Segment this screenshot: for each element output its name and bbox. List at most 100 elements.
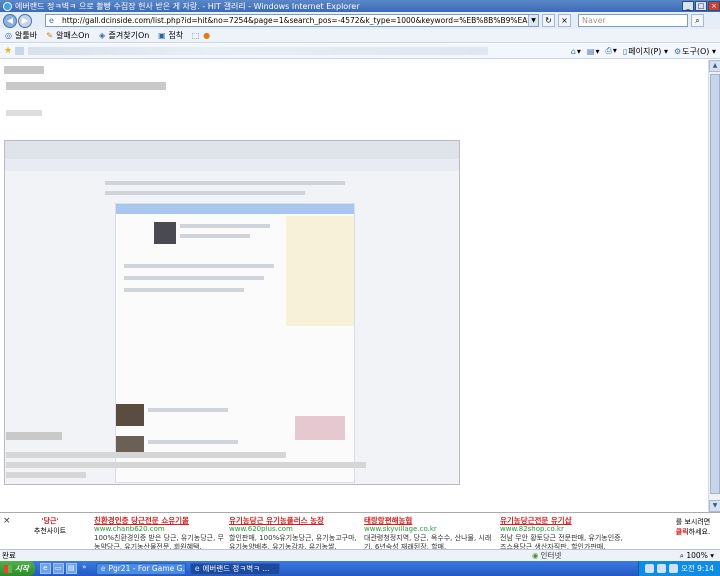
zoom-level[interactable]: ⌕ 100% ▾: [680, 551, 720, 561]
more-ads-tail: 하세요.: [688, 528, 711, 536]
blurred-text: [6, 452, 286, 458]
folder-quicklaunch-icon[interactable]: ▤: [65, 563, 77, 574]
image-line: [124, 276, 264, 280]
links-toolbar: ◎ 알툴바 ✎ 알패스On ◈ 즐겨찾기On ▣ 접착 ⬚ ●: [0, 29, 720, 43]
alpass-button[interactable]: ✎ 알패스On: [45, 30, 89, 41]
scroll-thumb[interactable]: [710, 74, 720, 494]
ad-title[interactable]: 유기농당근 유기농플러스 농장: [229, 516, 359, 525]
start-button[interactable]: 시작: [0, 561, 35, 576]
taskbar-item-label: Pgr21 - For Game G...: [108, 564, 186, 573]
status-bar: 완료 ◉ 인터넷 ⌕ 100% ▾: [0, 549, 720, 561]
address-dropdown-button[interactable]: ▼: [528, 15, 538, 26]
blurred-text: [6, 82, 166, 90]
ad-title[interactable]: 친환경인증 당근전문 쇼유기몰: [94, 516, 224, 525]
zoom-label: 100%: [686, 550, 708, 560]
refresh-button[interactable]: ↻: [542, 14, 555, 27]
search-button[interactable]: ⌕: [691, 14, 704, 27]
more-ads-link[interactable]: 를 보시려면 클릭하세요.: [668, 517, 718, 537]
forward-button[interactable]: ▶: [18, 13, 32, 28]
feeds-button[interactable]: ▤▾: [587, 47, 600, 56]
print-button[interactable]: ⎙▾: [605, 46, 616, 56]
ad-item[interactable]: 유기농당근전문 유기샵 www.82shop.co.kr 전남 무안 황토당근 …: [500, 516, 630, 552]
image-highlight-box: [295, 416, 345, 440]
recommended-label: 추천사이트: [33, 527, 67, 535]
ad-url[interactable]: www.skyvillage.co.kr: [364, 525, 494, 534]
scroll-down-button[interactable]: ▼: [709, 500, 720, 512]
image-line: [148, 408, 228, 412]
tray-icon[interactable]: [656, 564, 666, 573]
alpass-label: 알패스On: [56, 31, 90, 40]
keyword-label: '당근': [41, 517, 59, 525]
minimize-button[interactable]: _: [682, 1, 694, 11]
tools-menu-label: 도구(O): [682, 46, 710, 56]
maximize-button[interactable]: □: [695, 1, 707, 11]
ad-url[interactable]: www.82shop.co.kr: [500, 525, 630, 534]
extra-buttons[interactable]: ⬚ ●: [191, 31, 213, 40]
ad-item[interactable]: 태랑랑편해농협 www.skyvillage.co.kr 대관령청정지역, 당근…: [364, 516, 494, 552]
page-menu[interactable]: ▯페이지(P) ▾: [623, 46, 668, 57]
home-button[interactable]: ⌂▾: [571, 47, 581, 56]
image-line: [180, 224, 270, 228]
ad-item[interactable]: 유기농당근 유기농플러스 농장 www.620plus.com 할인판매, 10…: [229, 516, 359, 552]
close-button[interactable]: ×: [708, 1, 720, 11]
stop-button[interactable]: ×: [558, 14, 571, 27]
taskbar-item-active[interactable]: e 에버랜드 정ㅋ벽ㅋ ...: [189, 562, 280, 575]
ie-logo-icon: [3, 1, 12, 11]
ad-url[interactable]: www.chanb620.com: [94, 525, 224, 534]
blurred-text: [4, 66, 44, 74]
ad-close-button[interactable]: ×: [3, 516, 11, 526]
favorites-star-icon[interactable]: ★: [4, 46, 12, 56]
favorites-on-label: 즐겨찾기On: [108, 31, 150, 40]
blurred-text: [6, 462, 366, 468]
capture-label: 접착: [168, 31, 184, 40]
vertical-scrollbar[interactable]: ▲ ▼: [708, 60, 720, 512]
quick-tabs-icon[interactable]: [15, 47, 25, 55]
favorites-icon: ◈: [98, 31, 106, 40]
ad-url[interactable]: www.620plus.com: [229, 525, 359, 534]
print-icon: ⎙: [605, 46, 612, 55]
desktop-quicklaunch-icon[interactable]: ▭: [52, 563, 64, 574]
ad-title[interactable]: 유기농당근전문 유기샵: [500, 516, 630, 525]
page-menu-icon: ▯: [622, 46, 628, 56]
tray-icon[interactable]: [644, 564, 654, 573]
altoolbar-label: 알툴바: [15, 31, 38, 40]
zone-label: 인터넷: [540, 551, 562, 560]
image-panel: [115, 203, 355, 483]
address-bar[interactable]: e http://gall.dcinside.com/list.php?id=h…: [45, 14, 539, 27]
command-buttons: ⌂▾ ▤▾ ⎙▾ ▯페이지(P) ▾ ⚙도구(O) ▾: [565, 46, 720, 57]
scroll-up-button[interactable]: ▲: [709, 60, 720, 72]
ie-icon: e: [194, 564, 200, 573]
ad-title[interactable]: 태랑랑편해농협: [364, 516, 494, 525]
capture-button[interactable]: ▣ 접착: [157, 30, 183, 41]
favorites-on-button[interactable]: ◈ 즐겨찾기On: [98, 30, 150, 41]
tab-command-bar: ★ ⌂▾ ▤▾ ⎙▾ ▯페이지(P) ▾ ⚙도구(O) ▾: [0, 44, 720, 59]
feeds-icon: ▤: [586, 46, 595, 56]
chevron-right-icon[interactable]: »: [79, 563, 90, 574]
image-line: [124, 264, 274, 268]
more-ads-line1: 를 보시려면: [675, 518, 711, 526]
start-label: 시작: [15, 564, 29, 573]
tools-menu[interactable]: ⚙도구(O) ▾: [674, 46, 716, 57]
image-line: [180, 234, 250, 238]
image-line: [105, 181, 345, 185]
active-tab[interactable]: [28, 47, 489, 55]
ad-item[interactable]: 친환경인증 당근전문 쇼유기몰 www.chanb620.com 100%친환경…: [94, 516, 224, 552]
title-bar: 에버랜드 정ㅋ벽ㅋ 으로 촬빵 수집장 헌사 받은 게 자랑. - HIT 갤러…: [0, 0, 720, 12]
popup-icon: ⬚: [191, 31, 200, 40]
ie-quicklaunch-icon[interactable]: e: [39, 563, 51, 574]
blurred-text: [6, 432, 62, 440]
page-content: [0, 60, 708, 512]
ad-bar: × '당근' 추천사이트 친환경인증 당근전문 쇼유기몰 www.chanb62…: [0, 512, 720, 552]
altoolbar-button[interactable]: ◎ 알툴바: [4, 30, 37, 41]
ie-icon: e: [100, 564, 106, 573]
back-button[interactable]: ◀: [3, 13, 17, 28]
search-input[interactable]: Naver: [578, 14, 688, 27]
address-url[interactable]: http://gall.dcinside.com/list.php?id=hit…: [62, 16, 528, 25]
taskbar-item[interactable]: e Pgr21 - For Game G...: [95, 562, 186, 575]
tray-icon[interactable]: [668, 564, 678, 573]
more-ads-click[interactable]: 클릭: [676, 528, 689, 536]
altoolbar-icon: ◎: [5, 31, 12, 40]
clock[interactable]: 오전 9:14: [681, 563, 714, 574]
image-line: [105, 191, 305, 195]
gear-icon: ⚙: [674, 46, 682, 56]
